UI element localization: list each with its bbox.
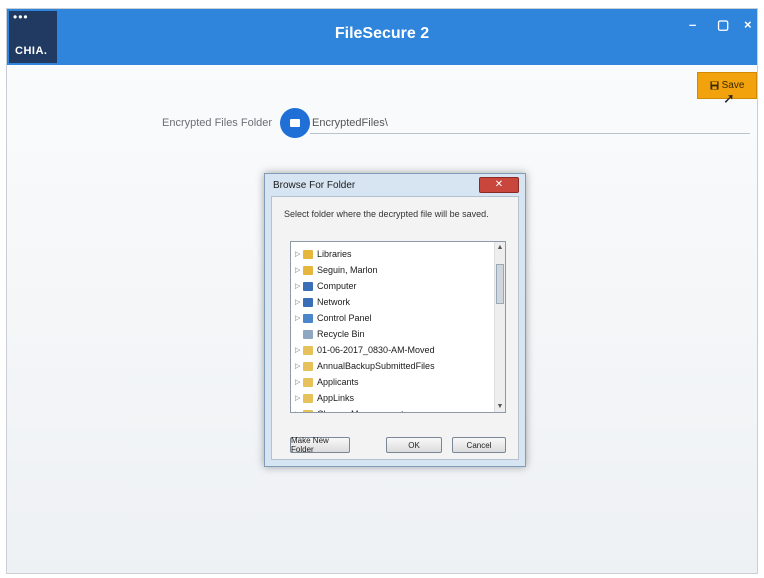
control-panel-icon [303, 313, 313, 323]
tree-item[interactable]: ▷ Seguin, Marlon [295, 262, 378, 278]
network-icon [303, 297, 313, 307]
tree-item[interactable]: ▷ Change Management [295, 406, 404, 412]
tree-item[interactable]: ▷ AppLinks [295, 390, 354, 406]
tree-item-label: Applicants [317, 377, 359, 387]
app-window: ••• CHIA. FileSecure 2 – ▢ × Save Encryp… [6, 8, 758, 574]
maximize-button[interactable]: ▢ [717, 17, 729, 33]
tree-item-label: Seguin, Marlon [317, 265, 378, 275]
save-icon [710, 81, 719, 90]
tree-item-label: Control Panel [317, 313, 372, 323]
expand-arrow-icon[interactable]: ▷ [295, 314, 303, 322]
folder-icon [303, 377, 313, 387]
scroll-down-arrow-icon[interactable]: ▼ [495, 403, 505, 410]
tree-scrollbar[interactable]: ▲ ▼ [494, 242, 505, 412]
tree-item[interactable]: Recycle Bin [295, 326, 365, 342]
computer-icon [303, 281, 313, 291]
tree-item-label: AppLinks [317, 393, 355, 403]
browse-folder-button[interactable] [280, 108, 310, 138]
encrypted-folder-label: Encrypted Files Folder [162, 117, 273, 129]
logo-text: CHIA. [15, 45, 48, 57]
tree-item-label: Computer [317, 281, 357, 291]
folder-icon [303, 345, 313, 355]
tree-item-label: Network [317, 297, 351, 307]
tree-item[interactable]: ▷ 01-06-2017_0830-AM-Moved [295, 342, 435, 358]
expand-arrow-icon[interactable]: ▷ [295, 410, 303, 412]
scroll-thumb[interactable] [496, 264, 504, 304]
expand-arrow-icon[interactable]: ▷ [295, 266, 303, 274]
expand-arrow-icon[interactable]: ▷ [295, 298, 303, 306]
app-title: FileSecure 2 [334, 25, 430, 42]
expand-arrow-icon[interactable]: ▷ [295, 250, 303, 258]
title-bar: ••• CHIA. FileSecure 2 – ▢ × [7, 9, 757, 65]
minimize-button[interactable]: – [689, 17, 696, 32]
libraries-icon [303, 249, 313, 259]
dialog-title: Browse For Folder [273, 180, 356, 191]
make-new-folder-button[interactable]: Make New Folder [290, 436, 350, 454]
ok-button[interactable]: OK [386, 437, 442, 453]
logo-dots: ••• [13, 10, 29, 24]
dialog-body: Select folder where the decrypted file w… [271, 196, 519, 460]
dialog-instruction: Select folder where the decrypted file w… [284, 209, 489, 219]
folder-icon [303, 393, 313, 403]
expand-arrow-icon[interactable]: ▷ [295, 282, 303, 290]
expand-arrow-icon[interactable]: ▷ [295, 378, 303, 386]
browse-for-folder-dialog: Browse For Folder ✕ Select folder where … [264, 173, 526, 467]
dialog-close-button[interactable]: ✕ [479, 177, 519, 193]
tree-item[interactable]: ▷ AnnualBackupSubmittedFiles [295, 358, 435, 374]
close-button[interactable]: × [744, 17, 752, 32]
tree-item-label: 01-06-2017_0830-AM-Moved [317, 345, 435, 355]
tree-item-label: Libraries [317, 249, 352, 259]
tree-item[interactable]: ▷ Libraries [295, 246, 352, 262]
user-folder-icon [303, 265, 313, 275]
recycle-bin-icon [303, 329, 313, 339]
tree-item-label: AnnualBackupSubmittedFiles [317, 361, 435, 371]
encrypted-folder-value[interactable]: EncryptedFiles\ [312, 117, 388, 129]
expand-arrow-icon[interactable]: ▷ [295, 394, 303, 402]
folder-tree[interactable]: ▷ Libraries ▷ Seguin, Marlon ▷ Computer ▷ Netwo… [290, 241, 506, 413]
folder-field-underline [310, 133, 750, 134]
scroll-up-arrow-icon[interactable]: ▲ [495, 244, 505, 251]
tree-item[interactable]: ▷ Computer [295, 278, 357, 294]
tree-item[interactable]: ▷ Network [295, 294, 350, 310]
tree-item-label: Change Management [317, 409, 404, 412]
tree-item[interactable]: ▷ Control Panel [295, 310, 372, 326]
folder-icon [303, 361, 313, 371]
expand-arrow-icon[interactable]: ▷ [295, 346, 303, 354]
expand-arrow-icon[interactable]: ▷ [295, 362, 303, 370]
tree-item[interactable]: ▷ Applicants [295, 374, 359, 390]
folder-icon [303, 409, 313, 412]
tree-item-label: Recycle Bin [317, 329, 365, 339]
mouse-cursor-icon: ➚ [723, 90, 735, 106]
folder-icon [290, 119, 300, 127]
cancel-button[interactable]: Cancel [452, 437, 506, 453]
